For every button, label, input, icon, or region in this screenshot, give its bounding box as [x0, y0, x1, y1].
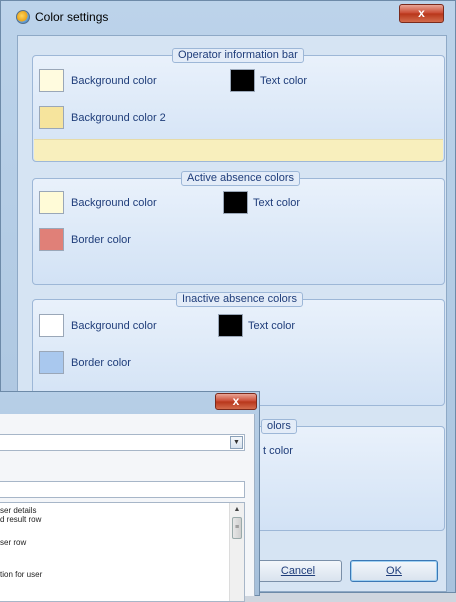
chevron-down-icon[interactable]: ▼ [230, 436, 243, 449]
close-button[interactable]: x [399, 4, 444, 23]
background-color-swatch[interactable] [39, 191, 64, 214]
overlay-window: x ▼ ser details d result row ser row tio… [0, 391, 260, 602]
group-legend: Operator information bar [172, 48, 304, 63]
text-input[interactable] [0, 481, 245, 498]
group-legend: Active absence colors [181, 171, 300, 186]
text-color-swatch[interactable] [230, 69, 255, 92]
cancel-label: Cancel [280, 565, 316, 577]
option-list[interactable]: ser details d result row ser row tion fo… [0, 502, 245, 602]
list-item[interactable]: tion for user [0, 570, 42, 579]
scroll-up-icon[interactable]: ▲ [232, 505, 242, 514]
vertical-scrollbar[interactable]: ▲ ≡ [229, 503, 244, 601]
background-color-swatch[interactable] [39, 314, 64, 337]
combo-box[interactable]: ▼ [0, 434, 245, 451]
cancel-button[interactable]: Cancel [254, 560, 342, 582]
text-color-label: t color [263, 445, 293, 457]
background-color-label: Background color [71, 75, 157, 87]
title-bar: Color settings x [1, 1, 455, 33]
group-legend: Inactive absence colors [176, 292, 303, 307]
ok-label: OK [386, 565, 402, 577]
overlay-window-content: ▼ ser details d result row ser row tion … [0, 414, 255, 602]
text-color-swatch[interactable] [223, 191, 248, 214]
ok-button[interactable]: OK [350, 560, 438, 582]
group-legend: olors [261, 419, 297, 434]
background-color-label: Background color [71, 197, 157, 209]
active-absence-colors-group: Active absence colors Background color T… [32, 171, 445, 285]
border-color-swatch[interactable] [39, 228, 64, 251]
list-item[interactable]: ser details [0, 506, 36, 515]
close-button[interactable]: x [215, 393, 257, 410]
dialog-title: Color settings [35, 10, 109, 24]
operator-information-bar-group: Operator information bar Background colo… [32, 48, 445, 162]
list-item[interactable]: d result row [0, 515, 41, 524]
border-color-swatch[interactable] [39, 351, 64, 374]
border-color-label: Border color [71, 234, 131, 246]
background-color-label: Background color [71, 320, 157, 332]
background-color-2-swatch[interactable] [39, 106, 64, 129]
text-color-label: Text color [260, 75, 308, 87]
background-color-swatch[interactable] [39, 69, 64, 92]
inactive-absence-colors-group: Inactive absence colors Background color… [32, 292, 445, 406]
background-color-2-label: Background color 2 [71, 112, 166, 124]
text-color-swatch[interactable] [218, 314, 243, 337]
list-item[interactable]: ser row [0, 538, 26, 547]
information-bar-preview [34, 139, 443, 161]
text-color-label: Text color [248, 320, 296, 332]
text-color-label: Text color [253, 197, 301, 209]
scroll-thumb[interactable]: ≡ [232, 517, 242, 539]
border-color-label: Border color [71, 357, 131, 369]
color-settings-icon [16, 10, 30, 24]
